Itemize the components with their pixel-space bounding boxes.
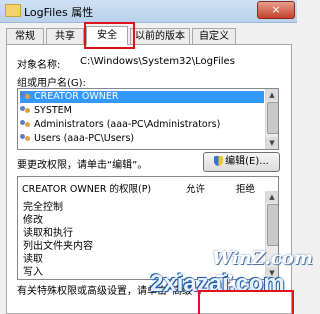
tab-sharing[interactable]: 共享 — [46, 28, 84, 44]
deny-column-header: 拒绝 — [236, 184, 256, 195]
groups-scrollbar[interactable]: ▲ ▼ — [265, 89, 278, 149]
tab-security[interactable]: 安全 — [86, 26, 128, 45]
permissions-header-label: CREATOR OWNER 的权限(P) — [22, 184, 152, 195]
scroll-thumb[interactable] — [267, 204, 278, 246]
tab-general[interactable]: 常规 — [6, 28, 44, 44]
folder-icon — [5, 4, 21, 17]
user-group-icon — [20, 91, 31, 102]
scroll-thumb[interactable] — [267, 102, 278, 134]
tab-previous-versions[interactable]: 以前的版本 — [130, 28, 190, 44]
window-title: LogFiles 属性 — [24, 6, 94, 19]
groups-listbox[interactable]: CREATOR OWNER SYSTEM Administrators (aaa… — [17, 88, 279, 150]
user-group-icon — [20, 119, 31, 130]
change-permissions-text: 要更改权限，请单击“编辑”。 — [17, 160, 148, 171]
tab-strip: 常规 共享 安全 以前的版本 自定义 — [6, 26, 296, 45]
list-item[interactable]: Users (aaa-PC\Users) — [20, 133, 264, 145]
user-group-icon — [20, 133, 31, 144]
watermark-site: 2xiazai.com — [150, 270, 285, 297]
list-item[interactable]: CREATOR OWNER — [20, 91, 264, 103]
list-item-label: CREATOR OWNER — [34, 91, 119, 102]
edit-button[interactable]: 编辑(E)... — [203, 152, 280, 172]
allow-column-header: 允许 — [186, 184, 206, 195]
object-name-label: 对象名称: — [17, 60, 61, 71]
list-item-label: Administrators (aaa-PC\Administrators) — [34, 119, 221, 130]
title-bar: LogFiles 属性 × — [0, 0, 297, 23]
scroll-down-icon[interactable]: ▼ — [266, 137, 278, 149]
scroll-up-icon[interactable]: ▲ — [266, 89, 278, 101]
groups-label: 组或用户名(G): — [17, 78, 86, 89]
edit-button-label: 编辑(E)... — [225, 156, 269, 167]
permission-row: 写入 — [23, 267, 43, 278]
list-item[interactable]: SYSTEM — [20, 105, 264, 117]
uac-shield-icon — [214, 156, 224, 166]
list-item-label: SYSTEM — [34, 105, 72, 116]
list-item[interactable]: Administrators (aaa-PC\Administrators) — [20, 119, 264, 131]
object-name-value: C:\Windows\System32\LogFiles — [80, 56, 235, 67]
scroll-up-icon[interactable]: ▲ — [266, 191, 278, 203]
user-group-icon — [20, 105, 31, 116]
list-item-label: Users (aaa-PC\Users) — [34, 133, 135, 144]
permissions-header: CREATOR OWNER 的权限(P) 允许 拒绝 — [22, 181, 262, 195]
close-button[interactable]: × — [257, 1, 295, 19]
tab-customize[interactable]: 自定义 — [192, 28, 236, 44]
